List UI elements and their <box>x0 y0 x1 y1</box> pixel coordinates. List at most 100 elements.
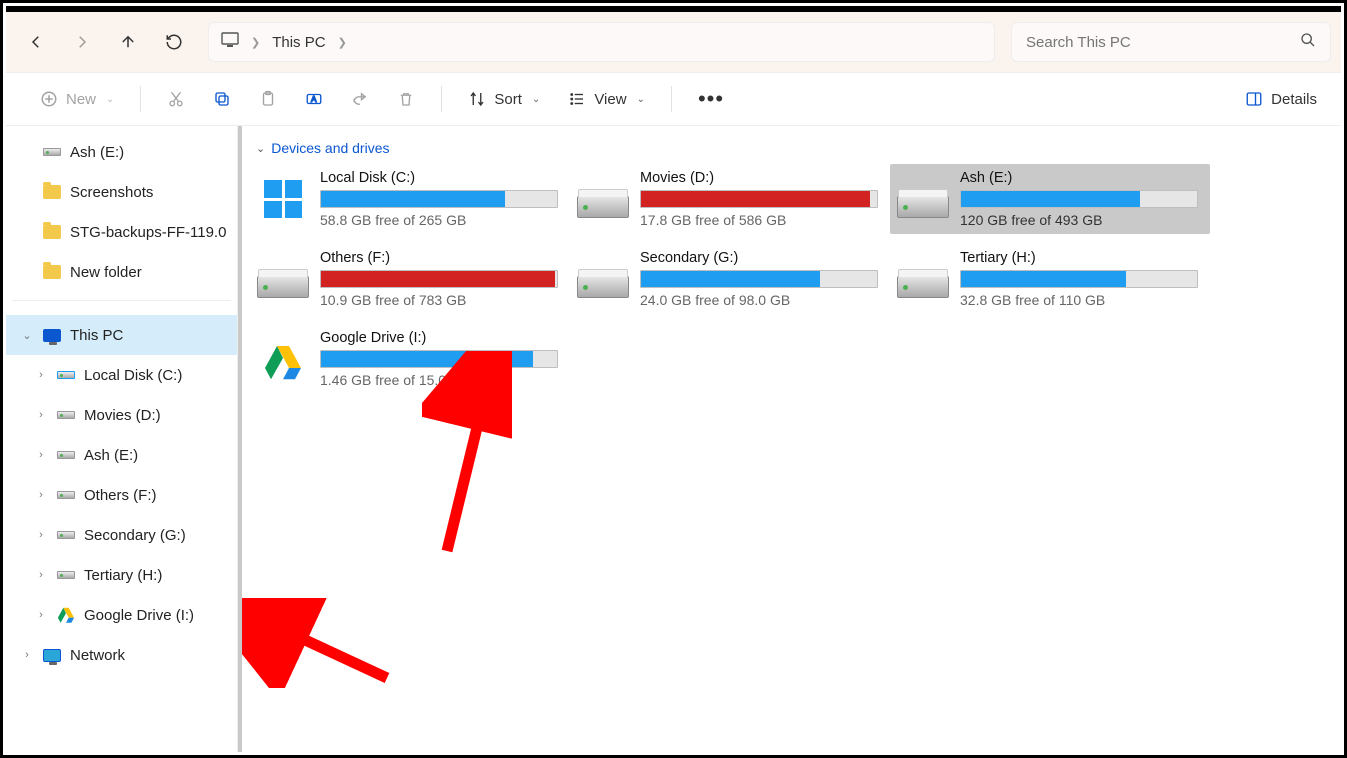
pc-icon <box>221 32 239 52</box>
delete-button[interactable] <box>387 84 425 114</box>
sidebar-item-label: Others (F:) <box>84 487 157 504</box>
folder-icon <box>42 225 62 239</box>
drive-name: Secondary (G:) <box>640 250 882 266</box>
up-button[interactable] <box>108 22 148 62</box>
sidebar-item[interactable]: ›Local Disk (C:) <box>6 355 237 395</box>
drive-icon <box>576 174 630 218</box>
sidebar-item-this-pc[interactable]: ⌄ This PC <box>6 315 237 355</box>
sidebar-item-label: This PC <box>70 327 123 344</box>
chevron-right-icon[interactable]: › <box>20 649 34 661</box>
hdd-icon <box>56 571 76 579</box>
sidebar-item[interactable]: › Secondary (G:) <box>6 515 237 555</box>
cut-button[interactable] <box>157 84 195 114</box>
chevron-down-icon[interactable]: ⌄ <box>20 329 34 342</box>
chevron-right-icon[interactable]: › <box>34 529 48 541</box>
hdd-icon <box>56 491 76 499</box>
gdrive-icon <box>56 606 76 624</box>
chevron-down-icon: ⌄ <box>637 94 645 105</box>
share-button[interactable] <box>341 84 379 114</box>
chevron-right-icon[interactable]: › <box>34 449 48 461</box>
folder-icon <box>42 185 62 199</box>
content-area[interactable]: ⌄ Devices and drives Local Disk (C:) 58.… <box>242 126 1341 752</box>
sidebar-item-label: Tertiary (H:) <box>84 567 162 584</box>
sidebar-item-label: Movies (D:) <box>84 407 161 424</box>
capacity-bar <box>320 190 558 208</box>
back-button[interactable] <box>16 22 56 62</box>
details-label: Details <box>1271 91 1317 108</box>
drive-icon <box>256 334 310 378</box>
sidebar-item-network[interactable]: › Network <box>6 635 237 675</box>
drive-item[interactable]: Tertiary (H:) 32.8 GB free of 110 GB <box>890 244 1210 314</box>
drive-icon <box>896 174 950 218</box>
sidebar-item[interactable]: › Movies (D:) <box>6 395 237 435</box>
chevron-right-icon[interactable]: › <box>34 409 48 421</box>
breadcrumb[interactable]: ❯ This PC ❯ <box>208 22 995 62</box>
navigation-pane[interactable]: Ash (E:) Screenshots STG-backups-FF-119.0 N… <box>6 126 238 752</box>
capacity-bar <box>320 270 558 288</box>
new-button[interactable]: New ⌄ <box>30 84 124 114</box>
copy-button[interactable] <box>203 84 241 114</box>
drive-item[interactable]: Movies (D:) 17.8 GB free of 586 GB <box>570 164 890 234</box>
sidebar-item-label: Screenshots <box>70 184 153 201</box>
hdd-icon <box>42 148 62 156</box>
details-pane-button[interactable]: Details <box>1235 84 1327 114</box>
sidebar-item-label: Ash (E:) <box>84 447 138 464</box>
capacity-bar <box>640 190 878 208</box>
capacity-bar <box>960 190 1198 208</box>
paste-button[interactable] <box>249 84 287 114</box>
drive-free-text: 58.8 GB free of 265 GB <box>320 212 562 228</box>
drive-free-text: 32.8 GB free of 110 GB <box>960 292 1202 308</box>
chevron-down-icon: ⌄ <box>256 142 265 155</box>
overflow-button[interactable]: ••• <box>688 89 734 109</box>
view-label: View <box>594 91 626 108</box>
drive-icon <box>256 174 310 218</box>
drive-item[interactable]: Local Disk (C:) 58.8 GB free of 265 GB <box>250 164 570 234</box>
group-header[interactable]: ⌄ Devices and drives <box>256 140 1325 156</box>
sidebar-item-label: Secondary (G:) <box>84 527 186 544</box>
search-box[interactable] <box>1011 22 1331 62</box>
chevron-down-icon: ⌄ <box>106 94 114 105</box>
chevron-right-icon[interactable]: › <box>34 569 48 581</box>
search-icon <box>1300 32 1316 52</box>
sort-button[interactable]: Sort ⌄ <box>458 84 550 114</box>
sidebar-item[interactable]: STG-backups-FF-119.0 <box>6 212 237 252</box>
group-header-label: Devices and drives <box>271 140 389 156</box>
sort-label: Sort <box>494 91 522 108</box>
sidebar-item-label: Google Drive (I:) <box>84 607 194 624</box>
drive-free-text: 120 GB free of 493 GB <box>960 212 1202 228</box>
rename-button[interactable]: A <box>295 84 333 114</box>
refresh-button[interactable] <box>154 22 194 62</box>
drive-free-text: 17.8 GB free of 586 GB <box>640 212 882 228</box>
sidebar-item[interactable]: New folder <box>6 252 237 292</box>
sidebar-item[interactable]: › Google Drive (I:) <box>6 595 237 635</box>
drive-icon <box>896 254 950 298</box>
view-button[interactable]: View ⌄ <box>558 84 655 114</box>
chevron-right-icon[interactable]: › <box>34 489 48 501</box>
breadcrumb-title: This PC <box>272 34 325 51</box>
address-bar: ❯ This PC ❯ <box>6 12 1341 72</box>
sidebar-item[interactable]: Ash (E:) <box>6 132 237 172</box>
sidebar-item[interactable]: › Tertiary (H:) <box>6 555 237 595</box>
drive-icon <box>576 254 630 298</box>
sidebar-item-label: Ash (E:) <box>70 144 124 161</box>
drive-item[interactable]: Others (F:) 10.9 GB free of 783 GB <box>250 244 570 314</box>
drive-item[interactable]: Ash (E:) 120 GB free of 493 GB <box>890 164 1210 234</box>
search-input[interactable] <box>1026 34 1316 51</box>
drive-name: Ash (E:) <box>960 170 1202 186</box>
chevron-right-icon[interactable]: › <box>34 609 48 621</box>
chevron-right-icon[interactable]: › <box>34 369 48 381</box>
drive-name: Others (F:) <box>320 250 562 266</box>
network-icon <box>42 649 62 662</box>
sidebar-item[interactable]: Screenshots <box>6 172 237 212</box>
drive-item[interactable]: Google Drive (I:) 1.46 GB free of 15.0 G… <box>250 324 570 394</box>
sidebar-item-label: New folder <box>70 264 142 281</box>
sidebar-item[interactable]: › Others (F:) <box>6 475 237 515</box>
monitor-icon <box>42 329 62 342</box>
forward-button[interactable] <box>62 22 102 62</box>
drive-item[interactable]: Secondary (G:) 24.0 GB free of 98.0 GB <box>570 244 890 314</box>
sidebar-item[interactable]: › Ash (E:) <box>6 435 237 475</box>
annotation-arrow <box>242 598 402 688</box>
chevron-down-icon: ⌄ <box>532 94 540 105</box>
toolbar: New ⌄ A Sort ⌄ View ⌄ ••• Details <box>6 72 1341 126</box>
drive-name: Local Disk (C:) <box>320 170 562 186</box>
